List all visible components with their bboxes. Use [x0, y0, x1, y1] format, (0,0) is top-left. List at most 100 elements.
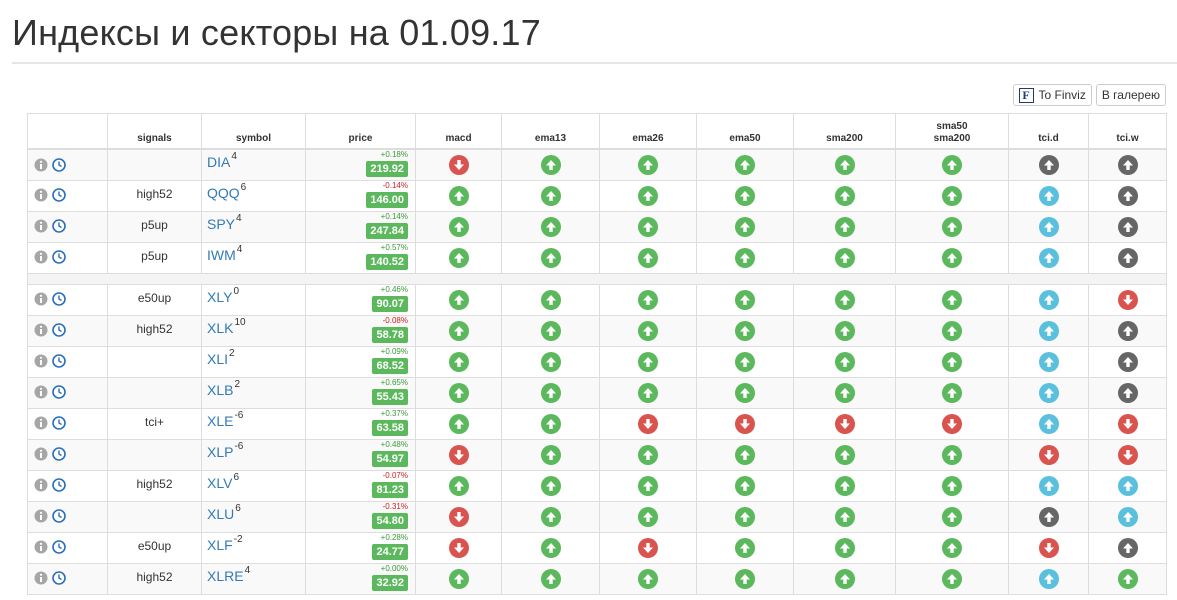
price-value: 146.00: [366, 191, 408, 208]
gallery-button[interactable]: В галерею: [1095, 84, 1166, 106]
symbol-cell: XLK10: [201, 314, 306, 347]
symbol-link[interactable]: XLU: [207, 506, 234, 522]
price-value: 90.07: [372, 295, 408, 312]
symbol-link[interactable]: XLB: [207, 382, 233, 398]
clock-icon[interactable]: [52, 416, 66, 431]
clock-icon[interactable]: [52, 571, 66, 586]
arrow-up-icon: [1117, 382, 1138, 403]
info-icon[interactable]: [34, 250, 48, 264]
col-header-signals[interactable]: signals: [107, 113, 202, 150]
symbol-link[interactable]: SPY: [207, 216, 235, 232]
info-icon[interactable]: [34, 509, 48, 523]
sma50-sma200-cell: [895, 179, 1009, 212]
ticker-row: high52 XLK10 -0.08% 58.78: [27, 314, 1167, 347]
clock-icon[interactable]: [52, 323, 66, 338]
sma50-sma200-cell: [895, 376, 1009, 409]
symbol-link[interactable]: DIA: [207, 154, 230, 170]
ema50-cell: [696, 148, 794, 181]
clock-icon[interactable]: [52, 447, 66, 462]
sma200-cell: [793, 241, 896, 274]
arrow-up-icon: [735, 351, 755, 372]
clock-icon[interactable]: [52, 540, 66, 555]
price-cell: +0.57% 140.52: [305, 241, 416, 274]
symbol-rank: 4: [244, 564, 251, 576]
symbol-link[interactable]: XLV: [207, 475, 232, 491]
ticker-row: XLU6 -0.31% 54.80: [27, 500, 1167, 533]
clock-icon[interactable]: [52, 292, 66, 307]
arrow-up-icon: [735, 289, 755, 310]
tci-w-cell: [1088, 345, 1167, 378]
symbol-link[interactable]: QQQ: [207, 185, 240, 201]
ema50-cell: [696, 376, 794, 409]
ema13-cell: [501, 148, 600, 181]
col-header-ema26[interactable]: ema26: [599, 113, 697, 150]
ema50-cell: [696, 179, 794, 212]
sma50-sma200-cell: [895, 210, 1009, 243]
symbol-link[interactable]: XLP: [207, 444, 233, 460]
ema13-cell: [501, 562, 600, 595]
signal-cell: p5up: [107, 210, 202, 243]
arrow-up-icon: [1117, 247, 1138, 268]
arrow-up-icon: [638, 320, 658, 341]
clock-icon[interactable]: [52, 385, 66, 400]
sma200-cell: [793, 210, 896, 243]
ema13-cell: [501, 376, 600, 409]
symbol-link[interactable]: XLF: [207, 537, 233, 553]
row-actions: [27, 531, 108, 564]
info-icon[interactable]: [34, 416, 48, 430]
clock-icon[interactable]: [52, 354, 66, 369]
arrow-up-icon: [638, 444, 658, 465]
clock-icon[interactable]: [52, 250, 66, 265]
tci-d-cell: [1008, 469, 1089, 502]
sma200-cell: [793, 407, 896, 440]
price-change: +0.37%: [380, 408, 408, 418]
price-change: +0.18%: [380, 150, 408, 159]
info-icon[interactable]: [34, 447, 48, 461]
sma200-cell: [793, 469, 896, 502]
col-header-symbol[interactable]: symbol: [201, 113, 306, 150]
price-value: 140.52: [366, 253, 408, 270]
col-header-tci-d[interactable]: tci.d: [1008, 113, 1089, 150]
info-icon[interactable]: [34, 219, 48, 233]
info-icon[interactable]: [34, 323, 48, 337]
row-actions: [27, 210, 108, 243]
price-value: 63.58: [372, 419, 408, 436]
to-finviz-button[interactable]: F To Finviz: [1012, 84, 1092, 106]
macd-cell: [415, 562, 502, 595]
info-icon[interactable]: [34, 292, 48, 306]
symbol-link[interactable]: IWM: [207, 247, 236, 263]
arrow-up-icon: [834, 568, 855, 589]
col-header-ema50[interactable]: ema50: [696, 113, 794, 150]
ema26-cell: [599, 562, 697, 595]
tci-d-cell: [1008, 531, 1089, 564]
macd-cell: [415, 407, 502, 440]
clock-icon[interactable]: [52, 219, 66, 234]
col-header-sma200[interactable]: sma200: [793, 113, 896, 150]
info-icon[interactable]: [34, 571, 48, 585]
col-header-sma50-sma200[interactable]: sma50 sma200: [895, 113, 1009, 150]
col-header-price[interactable]: price: [305, 113, 416, 150]
symbol-link[interactable]: XLK: [207, 320, 233, 336]
clock-icon[interactable]: [52, 478, 66, 493]
ema26-cell: [599, 314, 697, 347]
symbol-link[interactable]: XLI: [207, 351, 228, 367]
info-icon[interactable]: [34, 188, 48, 202]
symbol-link[interactable]: XLY: [207, 289, 232, 305]
clock-icon[interactable]: [52, 157, 66, 172]
symbol-link[interactable]: XLE: [207, 413, 233, 429]
col-header-tci-w[interactable]: tci.w: [1088, 113, 1167, 150]
symbol-link[interactable]: XLRE: [207, 568, 244, 584]
arrow-up-icon: [834, 247, 855, 268]
tci-d-cell: [1008, 407, 1089, 440]
info-icon[interactable]: [34, 385, 48, 399]
info-icon[interactable]: [34, 158, 48, 172]
ticker-row: XLI2 +0.09% 68.52: [27, 345, 1167, 378]
price-value: 32.92: [372, 574, 408, 591]
info-icon[interactable]: [34, 354, 48, 368]
clock-icon[interactable]: [52, 188, 66, 203]
info-icon[interactable]: [34, 478, 48, 492]
clock-icon[interactable]: [52, 509, 66, 524]
col-header-macd[interactable]: macd: [415, 113, 502, 150]
col-header-ema13[interactable]: ema13: [501, 113, 600, 150]
info-icon[interactable]: [34, 540, 48, 554]
